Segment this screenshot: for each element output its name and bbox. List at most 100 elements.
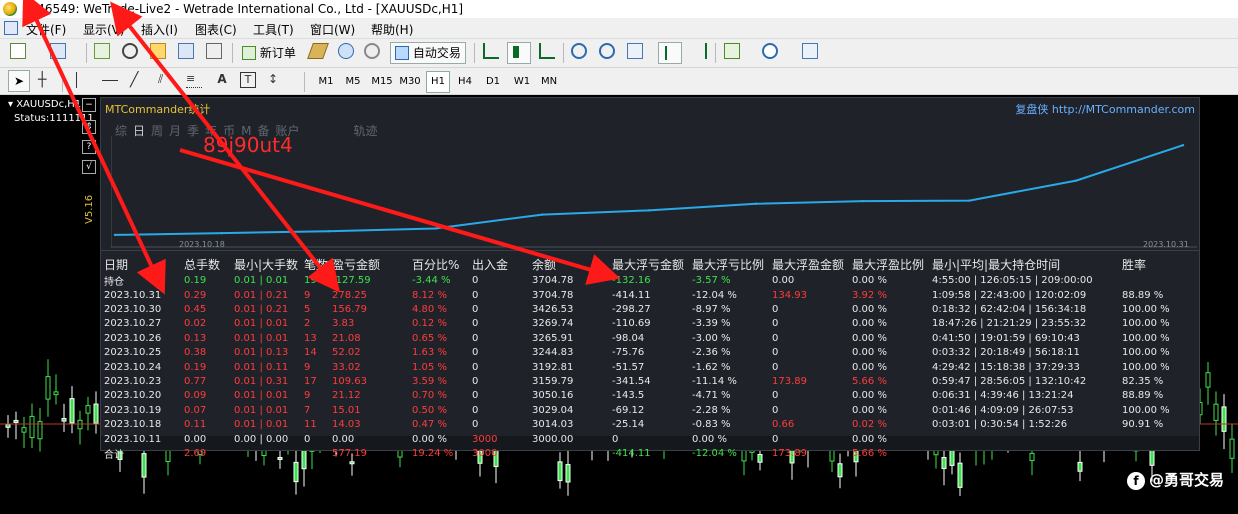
navigator-icon[interactable] [150, 43, 166, 59]
terminal-icon[interactable] [178, 43, 194, 59]
menu-window[interactable]: 窗口(W) [310, 21, 355, 38]
cell-time: 0:41:50 | 19:01:59 | 69:10:43 [932, 332, 1080, 344]
panel-resize-icon[interactable]: ⇕ [82, 120, 96, 134]
zoom-out-icon[interactable] [599, 43, 615, 59]
auto-trading-button[interactable]: 自动交易 [390, 42, 466, 64]
new-order-button[interactable]: 新订单 [238, 42, 300, 64]
new-chart-icon[interactable] [10, 43, 26, 59]
horizontal-line-icon[interactable] [102, 65, 118, 81]
cell-count: 7 [304, 404, 311, 416]
text-tool-icon[interactable]: A [214, 72, 230, 88]
fibonacci-icon[interactable]: ≡ [186, 72, 202, 88]
tile-windows-icon[interactable] [627, 43, 643, 59]
metaeditor-icon[interactable] [307, 43, 329, 59]
timeframe-d1[interactable]: D1 [482, 71, 504, 93]
timeframe-h1[interactable]: H1 [426, 71, 450, 93]
menu-tools[interactable]: 工具(T) [253, 21, 294, 38]
cursor-button[interactable]: ➤ [8, 70, 30, 92]
candlestick-icon [513, 46, 519, 58]
candle-body [61, 418, 67, 422]
indicators-icon[interactable] [724, 43, 740, 59]
column-header[interactable]: 总手数 [184, 256, 234, 273]
cell-time: 1:09:58 | 22:43:00 | 120:02:09 [932, 289, 1087, 301]
strategy-tester-icon[interactable] [206, 43, 222, 59]
table-row: 2023.10.26 0.13 0.01 | 0.01 13 21.08 0.65 % 0 3… [104, 331, 1182, 345]
menu-insert[interactable]: 插入(I) [141, 21, 178, 38]
crosshair-tool-icon[interactable]: ┼ [38, 72, 54, 88]
cell-pct: 0.65 % [412, 332, 447, 344]
text-label-icon[interactable]: T [240, 72, 256, 88]
column-header[interactable]: 最大浮盈比例 [852, 256, 932, 273]
cell-lots: 0.45 [184, 304, 207, 316]
timeframe-w1[interactable]: W1 [510, 71, 534, 93]
table-row: 2023.10.20 0.09 0.01 | 0.01 9 21.12 0.70 % 0 30… [104, 389, 1182, 403]
cell-maxdd_pct: -0.83 % [692, 419, 731, 431]
column-header[interactable]: 盈亏金额 [332, 256, 412, 273]
table-row: 2023.10.25 0.38 0.01 | 0.13 14 52.02 1.63 % 0 3… [104, 346, 1182, 360]
column-header[interactable]: 日期 [104, 256, 184, 273]
column-header[interactable]: 余额 [532, 256, 612, 273]
profiles-icon[interactable] [50, 43, 66, 59]
vertical-line-icon[interactable] [76, 72, 92, 88]
cell-maxdd: -132.16 [612, 275, 651, 286]
timeframe-m1[interactable]: M1 [315, 71, 337, 93]
panel-confirm-button[interactable]: √ [82, 160, 96, 174]
menu-file[interactable]: 文件(F) [26, 21, 66, 38]
document-icon[interactable] [4, 21, 18, 35]
autoscroll-icon[interactable] [691, 43, 707, 59]
menu-help[interactable]: 帮助(H) [371, 21, 413, 38]
column-header[interactable]: 笔数 [304, 256, 332, 273]
line-chart-icon[interactable] [539, 43, 555, 59]
cell-win: 100.00 % [1122, 361, 1170, 373]
panel-title: MTCommander统计 [105, 103, 211, 116]
trendline-icon[interactable]: ╱ [130, 72, 146, 88]
column-header[interactable]: 出入金 [472, 256, 532, 273]
templates-icon[interactable] [802, 43, 818, 59]
equity-point [861, 199, 864, 203]
drawing-toolbar: ➤ ┼ ╱ ⫽ ≡ A T ↕ M1 M5 M15 M30 H1 H4 D1 W… [0, 68, 1238, 95]
cell-maxfp_pct: 5.66 % [852, 376, 887, 388]
timeframe-m15[interactable]: M15 [369, 71, 395, 93]
periods-clock-icon[interactable] [762, 43, 778, 59]
signals-icon[interactable] [364, 43, 380, 59]
bar-chart-icon[interactable] [483, 43, 499, 59]
cell-lots: 0.09 [184, 390, 207, 402]
timeframe-m5[interactable]: M5 [342, 71, 364, 93]
column-header[interactable]: 胜率 [1122, 256, 1182, 273]
candlestick-chart-button[interactable] [507, 42, 531, 64]
options-icon[interactable] [338, 43, 354, 59]
column-header[interactable]: 最大浮亏金额 [612, 256, 692, 273]
cell-win: 100.00 % [1122, 347, 1170, 359]
panel-link[interactable]: 复盘侠 http://MTCommander.com [1015, 101, 1195, 117]
cell-maxdd: -69.12 [612, 404, 645, 416]
cell-io: 0 [472, 376, 479, 388]
cell-io: 0 [472, 275, 479, 286]
timeframe-m30[interactable]: M30 [397, 71, 423, 93]
auto-trading-icon [395, 46, 410, 60]
arrows-icon[interactable]: ↕ [268, 72, 284, 88]
cell-maxdd: -414.11 [612, 289, 651, 301]
panel-help-button[interactable]: ? [82, 140, 96, 154]
main-toolbar: 新订单 自动交易 [0, 39, 1238, 68]
column-header[interactable]: 百分比% [412, 256, 472, 273]
cell-lots: 0.77 [184, 376, 207, 388]
zoom-in-icon[interactable] [571, 43, 587, 59]
market-watch-icon[interactable] [94, 43, 110, 59]
cell-pnl: 109.63 [332, 376, 367, 388]
timeframe-h4[interactable]: H4 [454, 71, 476, 93]
column-header[interactable]: 最小|大手数 [234, 256, 304, 273]
column-header[interactable]: 最大浮亏比例 [692, 256, 772, 273]
cell-time: 0:18:32 | 62:42:04 | 156:34:18 [932, 304, 1087, 316]
chart-shift-button[interactable] [658, 42, 682, 64]
menu-view[interactable]: 显示(V) [83, 21, 125, 38]
column-header[interactable]: 最大浮盈金额 [772, 256, 852, 273]
cell-win: 100.00 % [1122, 304, 1170, 316]
cell-date: 2023.10.25 [104, 347, 162, 359]
equidistant-channel-icon[interactable]: ⫽ [158, 72, 174, 88]
cell-maxfp: 173.89 [772, 376, 807, 388]
column-header[interactable]: 最小|平均|最大持仓时间 [932, 256, 1122, 273]
panel-minimize-button[interactable]: − [82, 98, 96, 112]
crosshair-icon[interactable] [122, 43, 138, 59]
menu-charts[interactable]: 图表(C) [195, 21, 237, 38]
timeframe-mn[interactable]: MN [537, 71, 561, 93]
